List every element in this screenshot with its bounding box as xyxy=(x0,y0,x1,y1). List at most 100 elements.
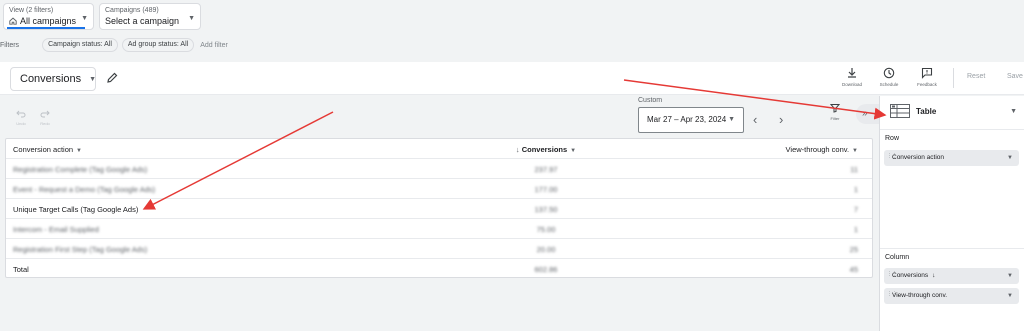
filter-icon xyxy=(829,104,841,113)
add-filter-button[interactable]: Add filter xyxy=(200,42,228,49)
filters-row: Filters Campaign status: All Ad group st… xyxy=(0,38,228,52)
row-section: Row ⋮⋮ Conversion action ▼ xyxy=(880,129,1024,244)
header-conversions[interactable]: ↓ Conversions ▼ xyxy=(506,145,586,154)
header-view-through-conv[interactable]: View-through conv. ▼ xyxy=(786,145,858,154)
cell-view-through: 1 xyxy=(853,185,858,194)
cell-view-through: 11 xyxy=(850,165,858,174)
row-item-label: Conversion action xyxy=(892,154,945,161)
next-period-button[interactable]: › xyxy=(779,112,783,127)
column-label: Column xyxy=(885,254,910,261)
table-row: Intercom - Email Supplied 75.00 1 xyxy=(6,219,872,239)
date-range-picker[interactable]: Mar 27 – Apr 23, 2024 ▼ xyxy=(638,107,744,133)
chevron-down-icon: ▼ xyxy=(188,15,195,22)
campaign-selected: Select a campaign xyxy=(105,16,180,26)
clock-icon xyxy=(883,67,895,79)
cell-conversions: 237.97 xyxy=(534,165,558,174)
previous-period-button[interactable]: ‹ xyxy=(753,112,757,127)
visualization-type-label: Table xyxy=(916,106,937,116)
chevron-down-icon: ▼ xyxy=(81,15,88,22)
report-name: Conversions xyxy=(20,73,82,85)
drag-handle-icon[interactable]: ⋮⋮ xyxy=(887,292,897,297)
report-name-dropdown[interactable]: Conversions ▼ xyxy=(10,67,96,91)
undo-label: Undo xyxy=(16,121,26,126)
report-table: Conversion action ▼ ↓ Conversions ▼ View-t… xyxy=(5,138,873,278)
filter-button[interactable]: Filter xyxy=(826,103,844,121)
chevron-down-icon: ▼ xyxy=(1007,273,1013,279)
redo-icon xyxy=(40,110,50,118)
view-selector[interactable]: View (2 filters) All campaigns ▼ xyxy=(3,3,94,30)
date-range-value: Mar 27 – Apr 23, 2024 xyxy=(647,115,727,124)
total-label: Total xyxy=(13,265,29,274)
table-icon xyxy=(890,104,910,118)
feedback-button[interactable]: Feedback xyxy=(913,67,941,87)
cell-conversion-action: Unique Target Calls (Tag Google Ads) xyxy=(13,205,139,214)
table-row: Registration First Step (Tag Google Ads)… xyxy=(6,239,872,259)
campaigns-count: Campaigns (489) xyxy=(105,7,159,14)
download-icon xyxy=(848,68,856,78)
home-icon xyxy=(9,17,17,25)
undo-button[interactable]: Undo xyxy=(14,109,28,126)
date-range-label: Custom xyxy=(638,97,663,104)
cell-view-through: 1 xyxy=(853,225,858,234)
pencil-icon[interactable] xyxy=(105,71,119,85)
filter-label: Filter xyxy=(830,116,840,121)
schedule-button[interactable]: Schedule xyxy=(875,67,903,87)
report-editor-panel: Table ▼ Row ⋮⋮ Conversion action ▼ Colum… xyxy=(879,96,1024,331)
column-item-view-through-conv[interactable]: ⋮⋮ View-through conv. ▼ xyxy=(884,288,1019,304)
cell-conversions: 20.00 xyxy=(536,245,556,254)
row-label: Row xyxy=(885,135,900,142)
header-conversion-action[interactable]: Conversion action ▼ xyxy=(13,145,82,154)
table-row: Unique Target Calls (Tag Google Ads) 137… xyxy=(6,199,872,219)
filter-bar: View (2 filters) All campaigns ▼ Campaig… xyxy=(0,0,1024,62)
redo-button[interactable]: Redo xyxy=(38,109,52,126)
sort-down-icon: ↓ xyxy=(932,272,936,279)
cell-conversions: 177.00 xyxy=(534,185,558,194)
save-button[interactable]: Save xyxy=(1007,73,1023,80)
drag-handle-icon[interactable]: ⋮⋮ xyxy=(887,272,897,277)
cell-conversion-action: Registration First Step (Tag Google Ads) xyxy=(13,245,148,254)
column-item-label: View-through conv. xyxy=(892,292,948,299)
view-selected: All campaigns xyxy=(20,16,77,26)
collapse-panel-button[interactable]: » xyxy=(856,104,880,124)
chevron-down-icon: ▼ xyxy=(1010,107,1017,115)
filters-label: Filters xyxy=(0,41,20,49)
total-view-through: 45 xyxy=(849,265,858,274)
feedback-label: Feedback xyxy=(917,82,937,87)
cell-conversion-action: Registration Complete (Tag Google Ads) xyxy=(13,165,148,174)
cell-view-through: 25 xyxy=(849,245,858,254)
column-item-label: Conversions xyxy=(892,272,929,279)
filter-chip-ad-group-status[interactable]: Ad group status: All xyxy=(121,38,195,52)
chevron-down-icon: ▼ xyxy=(1007,293,1013,299)
cell-conversion-action: Intercom - Email Supplied xyxy=(13,225,99,234)
redo-label: Redo xyxy=(40,121,50,126)
selected-underline xyxy=(7,27,85,29)
divider xyxy=(953,68,954,88)
campaign-selector[interactable]: Campaigns (489) Select a campaign ▼ xyxy=(99,3,201,30)
filter-chip-campaign-status[interactable]: Campaign status: All xyxy=(42,38,118,52)
table-header-row: Conversion action ▼ ↓ Conversions ▼ View-t… xyxy=(6,139,872,159)
cell-conversions: 75.00 xyxy=(536,225,556,234)
drag-handle-icon[interactable]: ⋮⋮ xyxy=(887,154,897,159)
table-row: Registration Complete (Tag Google Ads) 2… xyxy=(6,159,872,179)
column-item-conversions[interactable]: ⋮⋮ Conversions ↓ ▼ xyxy=(884,268,1019,284)
table-row: Event - Request a Demo (Tag Google Ads) … xyxy=(6,179,872,199)
undo-icon xyxy=(16,110,26,118)
visualization-type-selector[interactable]: Table ▼ xyxy=(880,96,1024,126)
table-total-row: Total 602.86 45 xyxy=(6,259,872,279)
total-conversions: 602.86 xyxy=(534,265,558,274)
chevron-down-icon: ▼ xyxy=(1007,155,1013,161)
report-header: Conversions ▼ Download Schedule Feedback… xyxy=(0,62,1024,95)
feedback-icon xyxy=(921,67,933,79)
download-label: Download xyxy=(841,82,862,87)
view-filter-count: View (2 filters) xyxy=(9,7,54,14)
cell-view-through: 7 xyxy=(853,205,858,214)
cell-conversion-action: Event - Request a Demo (Tag Google Ads) xyxy=(13,185,156,194)
chevron-down-icon: ▼ xyxy=(728,116,735,123)
row-item-conversion-action[interactable]: ⋮⋮ Conversion action ▼ xyxy=(884,150,1019,166)
column-section: Column ⋮⋮ Conversions ↓ ▼ ⋮⋮ View-through… xyxy=(880,248,1024,331)
schedule-label: Schedule xyxy=(879,82,899,87)
download-button[interactable]: Download xyxy=(838,67,866,87)
chevron-down-icon: ▼ xyxy=(89,75,97,83)
reset-button[interactable]: Reset xyxy=(967,73,985,80)
cell-conversions: 137.50 xyxy=(534,205,558,214)
